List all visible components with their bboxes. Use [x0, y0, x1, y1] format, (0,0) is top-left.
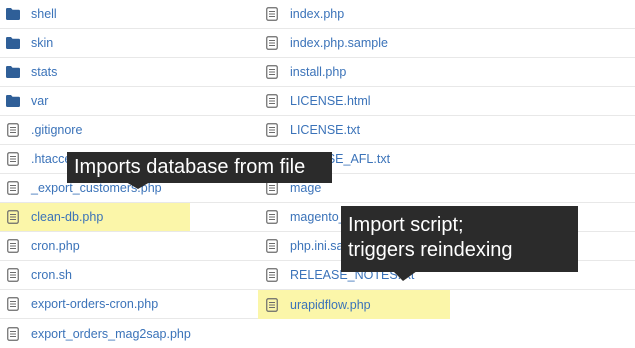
tooltip-urapidflow-pointer [393, 271, 417, 281]
folder-icon [5, 35, 21, 51]
file-icon [264, 297, 280, 313]
file-name-link[interactable]: export_orders_mag2sap.php [31, 327, 191, 341]
file-name-link[interactable]: shell [31, 7, 57, 21]
file-icon [5, 267, 21, 283]
file-row[interactable]: LICENSE.txt [258, 116, 635, 145]
file-icon [5, 238, 21, 254]
file-row[interactable]: cron.php [0, 232, 258, 261]
file-name-link[interactable]: clean-db.php [31, 210, 103, 224]
file-row[interactable]: stats [0, 58, 258, 87]
file-row[interactable]: urapidflow.php [258, 290, 635, 319]
file-row[interactable]: var [0, 87, 258, 116]
file-name-link[interactable]: urapidflow.php [290, 298, 371, 312]
file-name-link[interactable]: export-orders-cron.php [31, 297, 158, 311]
file-name-link[interactable]: install.php [290, 65, 346, 79]
file-row[interactable]: export_orders_mag2sap.php [0, 319, 258, 348]
file-icon [264, 122, 280, 138]
file-icon [264, 209, 280, 225]
file-row[interactable]: shell [0, 0, 258, 29]
file-row[interactable]: LICENSE.html [258, 87, 635, 116]
file-row[interactable]: index.php [258, 0, 635, 29]
file-name-link[interactable]: skin [31, 36, 53, 50]
file-row[interactable]: .gitignore [0, 116, 258, 145]
file-name-link[interactable]: index.php [290, 7, 344, 21]
file-name-link[interactable]: cron.sh [31, 268, 72, 282]
file-name-link[interactable]: .gitignore [31, 123, 82, 137]
tooltip-urapidflow-line-2: triggers reindexing [348, 239, 513, 261]
file-name-link[interactable]: stats [31, 65, 57, 79]
file-icon [5, 326, 21, 342]
file-icon [264, 267, 280, 283]
tooltip-clean-db-pointer [126, 182, 150, 189]
file-icon [264, 93, 280, 109]
file-row[interactable]: install.php [258, 58, 635, 87]
file-name-link[interactable]: var [31, 94, 48, 108]
file-icon [264, 238, 280, 254]
file-icon [264, 35, 280, 51]
file-icon [5, 209, 21, 225]
file-icon [5, 180, 21, 196]
file-name-link[interactable]: magento_ [290, 210, 346, 224]
folder-icon [5, 93, 21, 109]
file-name-link[interactable]: LICENSE.txt [290, 123, 360, 137]
folder-icon [5, 64, 21, 80]
file-icon [5, 151, 21, 167]
file-name-link[interactable]: LICENSE.html [290, 94, 371, 108]
file-row[interactable]: cron.sh [0, 261, 258, 290]
file-icon [264, 64, 280, 80]
file-name-link[interactable]: cron.php [31, 239, 80, 253]
tooltip-urapidflow: Import script; triggers reindexing [341, 206, 578, 272]
tooltip-clean-db: Imports database from file [67, 152, 332, 183]
file-name-link[interactable]: mage [290, 181, 321, 195]
file-icon [5, 122, 21, 138]
file-name-link[interactable]: index.php.sample [290, 36, 388, 50]
file-row[interactable]: export-orders-cron.php [0, 290, 258, 319]
file-row[interactable]: clean-db.php [0, 203, 258, 232]
tooltip-urapidflow-line-1: Import script; [348, 214, 464, 236]
folder-icon [5, 6, 21, 22]
file-icon [5, 296, 21, 312]
file-icon [264, 6, 280, 22]
file-row[interactable]: index.php.sample [258, 29, 635, 58]
file-row[interactable]: skin [0, 29, 258, 58]
